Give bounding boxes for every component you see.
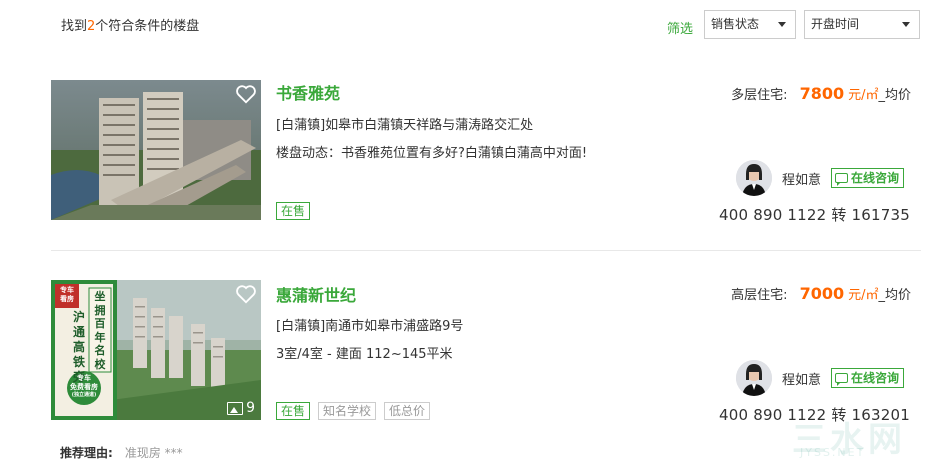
- agent-avatar: [736, 360, 772, 396]
- tag-on-sale: 在售: [276, 402, 311, 420]
- caret-down-icon: [778, 22, 786, 27]
- favorite-heart-icon[interactable]: [235, 283, 257, 305]
- building-render-image: [51, 80, 261, 220]
- poster-line-2: 坐拥百年名校: [94, 290, 106, 371]
- online-consult-button[interactable]: 在线咨询: [831, 368, 905, 388]
- agent-info: 程如意 在线咨询: [736, 360, 905, 396]
- listing-address: [白蒲镇]如皋市白蒲镇天祥路与蒲涛路交汇处: [276, 118, 534, 133]
- listing-news[interactable]: 楼盘动态：书香雅苑位置有多好?白蒲镇白蒲高中对面!: [276, 142, 587, 161]
- agent-name: 程如意: [782, 172, 822, 188]
- chat-icon: [835, 173, 849, 186]
- poster-badge: 专车看房: [60, 286, 74, 303]
- price-value: 7800: [799, 84, 845, 103]
- results-toolbar: 找到2个符合条件的楼盘 筛选 销售状态 开盘时间: [0, 0, 931, 50]
- listing-photo[interactable]: [51, 80, 261, 220]
- sales-status-select[interactable]: 销售状态: [704, 10, 796, 39]
- tag-school: 知名学校: [318, 402, 377, 420]
- agent-avatar: [736, 160, 772, 196]
- price-value: 7000: [799, 284, 845, 303]
- filter-label: 筛选: [667, 22, 694, 37]
- listing-title[interactable]: 书香雅苑: [276, 80, 340, 104]
- listing-address: [白蒲镇]南通市如皋市浦盛路9号: [276, 319, 464, 334]
- photo-count[interactable]: 9: [227, 400, 255, 416]
- favorite-heart-icon[interactable]: [235, 83, 257, 105]
- open-time-select[interactable]: 开盘时间: [804, 10, 920, 39]
- listing-title[interactable]: 惠蒲新世纪: [276, 282, 356, 306]
- listing-tags: 在售: [276, 202, 311, 220]
- listing-phone: 400 890 1122 转 161735: [719, 206, 910, 224]
- image-icon: [227, 401, 244, 415]
- online-consult-button[interactable]: 在线咨询: [831, 168, 905, 188]
- tag-on-sale: 在售: [276, 202, 311, 220]
- site-watermark-sub: JYSS.NET: [800, 446, 866, 459]
- listing-card: 书香雅苑 [白蒲镇]如皋市白蒲镇天祥路与蒲涛路交汇处 楼盘动态：书香雅苑位置有多…: [0, 50, 931, 250]
- listing-price: 高层住宅: 7000 元/㎡ _均价: [731, 284, 911, 303]
- listing-price: 多层住宅: 7800 元/㎡ _均价: [731, 84, 911, 103]
- listing-photo[interactable]: 专车看房 沪通高铁旁 坐拥百年名校 专车 免费看房 (独立通道) 9: [51, 280, 261, 420]
- listing-layout: 3室/4室 - 建面 112~145平米: [276, 347, 453, 362]
- listing-tags: 在售 知名学校 低总价: [276, 402, 431, 420]
- recommend-reason: 推荐理由: 准现房 ***: [60, 446, 183, 460]
- chat-icon: [835, 373, 849, 386]
- tag-low-price: 低总价: [384, 402, 431, 420]
- result-count: 找到2个符合条件的楼盘: [61, 19, 200, 34]
- poster-circle: 专车 免费看房 (独立通道): [70, 374, 98, 398]
- agent-name: 程如意: [782, 372, 822, 388]
- agent-info: 程如意 在线咨询: [736, 160, 905, 196]
- caret-down-icon: [902, 22, 910, 27]
